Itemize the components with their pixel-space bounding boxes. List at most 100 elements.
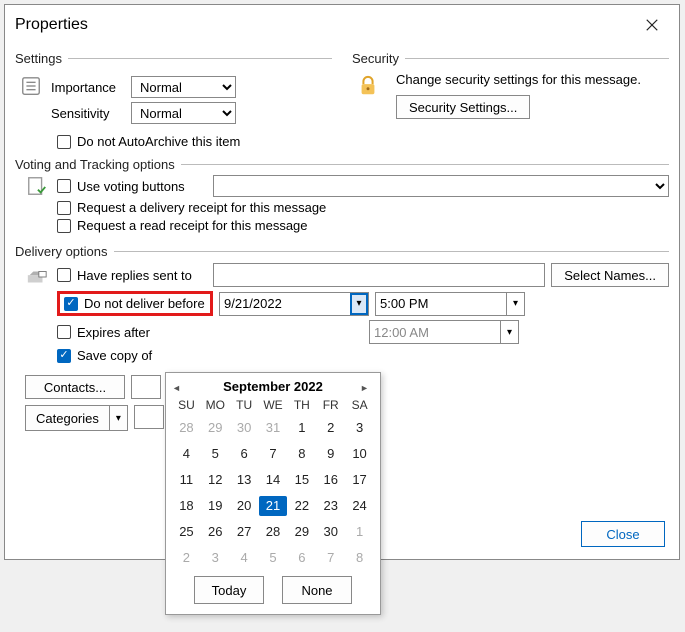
sensitivity-select[interactable]: Normal [131,102,236,124]
select-names-button[interactable]: Select Names... [551,263,669,287]
calendar-title: September 2022 [223,379,323,394]
calendar-day[interactable]: 30 [230,418,259,438]
have-replies-checkbox[interactable] [57,268,71,282]
calendar-day[interactable]: 14 [259,470,288,490]
expires-checkbox[interactable] [57,325,71,339]
calendar-day[interactable]: 2 [172,548,201,568]
calendar-day[interactable]: 22 [287,496,316,516]
calendar-day[interactable]: 30 [316,522,345,542]
use-voting-checkbox[interactable] [57,179,71,193]
calendar-day[interactable]: 19 [201,496,230,516]
read-receipt-checkbox[interactable] [57,219,71,233]
calendar-day[interactable]: 8 [345,548,374,568]
calendar-day[interactable]: 9 [316,444,345,464]
calendar-none-button[interactable]: None [282,576,352,604]
calendar-day[interactable]: 1 [287,418,316,438]
titlebar: Properties [5,5,679,41]
security-settings-button[interactable]: Security Settings... [396,95,530,119]
security-group: Security Change security settings for th… [352,51,669,128]
calendar-day[interactable]: 17 [345,470,374,490]
contacts-button[interactable]: Contacts... [25,375,125,399]
calendar-dow: TU [230,398,259,412]
calendar-day[interactable]: 3 [201,548,230,568]
delivery-receipt-checkbox[interactable] [57,201,71,215]
voting-options-select[interactable] [213,175,669,197]
do-not-deliver-checkbox[interactable] [64,297,78,311]
read-receipt-label: Request a read receipt for this message [77,218,308,233]
calendar-day[interactable]: 6 [230,444,259,464]
autoarchive-checkbox[interactable] [57,135,71,149]
time-dropdown-icon[interactable] [500,321,518,343]
categories-button[interactable]: Categories [25,405,128,431]
calendar-day[interactable]: 29 [287,522,316,542]
calendar-day[interactable]: 1 [345,522,374,542]
do-not-deliver-time[interactable]: 5:00 PM [375,292,525,316]
do-not-deliver-date[interactable]: 9/21/2022 [219,292,369,316]
categories-input[interactable] [134,405,164,429]
contacts-input[interactable] [131,375,161,399]
settings-legend: Settings [15,51,62,66]
calendar-day[interactable]: 7 [316,548,345,568]
use-voting-label: Use voting buttons [77,179,207,194]
calendar-day[interactable]: 2 [316,418,345,438]
calendar-day[interactable]: 28 [172,418,201,438]
expires-time[interactable]: 12:00 AM [369,320,519,344]
dialog-title: Properties [15,16,88,34]
importance-label: Importance [51,80,121,95]
calendar-day[interactable]: 13 [230,470,259,490]
date-picker-popup: September 2022 SUMOTUWETHFRSA28293031123… [165,372,381,615]
security-legend: Security [352,51,399,66]
calendar-day[interactable]: 25 [172,522,201,542]
calendar-day[interactable]: 11 [172,470,201,490]
calendar-day[interactable]: 7 [259,444,288,464]
calendar-day[interactable]: 26 [201,522,230,542]
prev-month-button[interactable] [172,380,186,394]
calendar-day[interactable]: 18 [172,496,201,516]
sensitivity-label: Sensitivity [51,106,121,121]
delivery-icon [21,263,53,291]
tracking-icon [21,172,53,200]
have-replies-input[interactable] [213,263,545,287]
divider [68,58,332,59]
time-dropdown-icon[interactable] [506,293,524,315]
calendar-dow: SU [172,398,201,412]
importance-select[interactable]: Normal [131,76,236,98]
calendar-day[interactable]: 12 [201,470,230,490]
calendar-day[interactable]: 28 [259,522,288,542]
next-month-button[interactable] [360,380,374,394]
calendar-day[interactable]: 27 [230,522,259,542]
calendar-day[interactable]: 5 [259,548,288,568]
chevron-down-icon[interactable] [109,406,127,430]
calendar-day[interactable]: 20 [230,496,259,516]
save-copy-checkbox[interactable] [57,349,71,363]
delivery-receipt-label: Request a delivery receipt for this mess… [77,200,326,215]
close-icon[interactable] [633,11,671,39]
calendar-dow: SA [345,398,374,412]
calendar-day[interactable]: 23 [316,496,345,516]
close-button[interactable]: Close [581,521,665,547]
calendar-day[interactable]: 31 [259,418,288,438]
calendar-day[interactable]: 29 [201,418,230,438]
autoarchive-label: Do not AutoArchive this item [77,134,240,149]
calendar-day[interactable]: 4 [230,548,259,568]
calendar-day[interactable]: 6 [287,548,316,568]
calendar-day[interactable]: 21 [259,496,288,516]
security-message: Change security settings for this messag… [396,72,641,87]
properties-icon [15,72,47,100]
voting-legend: Voting and Tracking options [15,157,175,172]
calendar-dow: FR [316,398,345,412]
date-dropdown-icon[interactable] [350,293,368,315]
calendar-day[interactable]: 8 [287,444,316,464]
calendar-day[interactable]: 4 [172,444,201,464]
calendar-day[interactable]: 10 [345,444,374,464]
calendar-day[interactable]: 24 [345,496,374,516]
calendar-day[interactable]: 15 [287,470,316,490]
calendar-day[interactable]: 16 [316,470,345,490]
calendar-day[interactable]: 5 [201,444,230,464]
calendar-dow: MO [201,398,230,412]
calendar-dow: TH [287,398,316,412]
calendar-day[interactable]: 3 [345,418,374,438]
calendar-today-button[interactable]: Today [194,576,264,604]
have-replies-label: Have replies sent to [77,268,192,283]
expires-label: Expires after [77,325,150,340]
